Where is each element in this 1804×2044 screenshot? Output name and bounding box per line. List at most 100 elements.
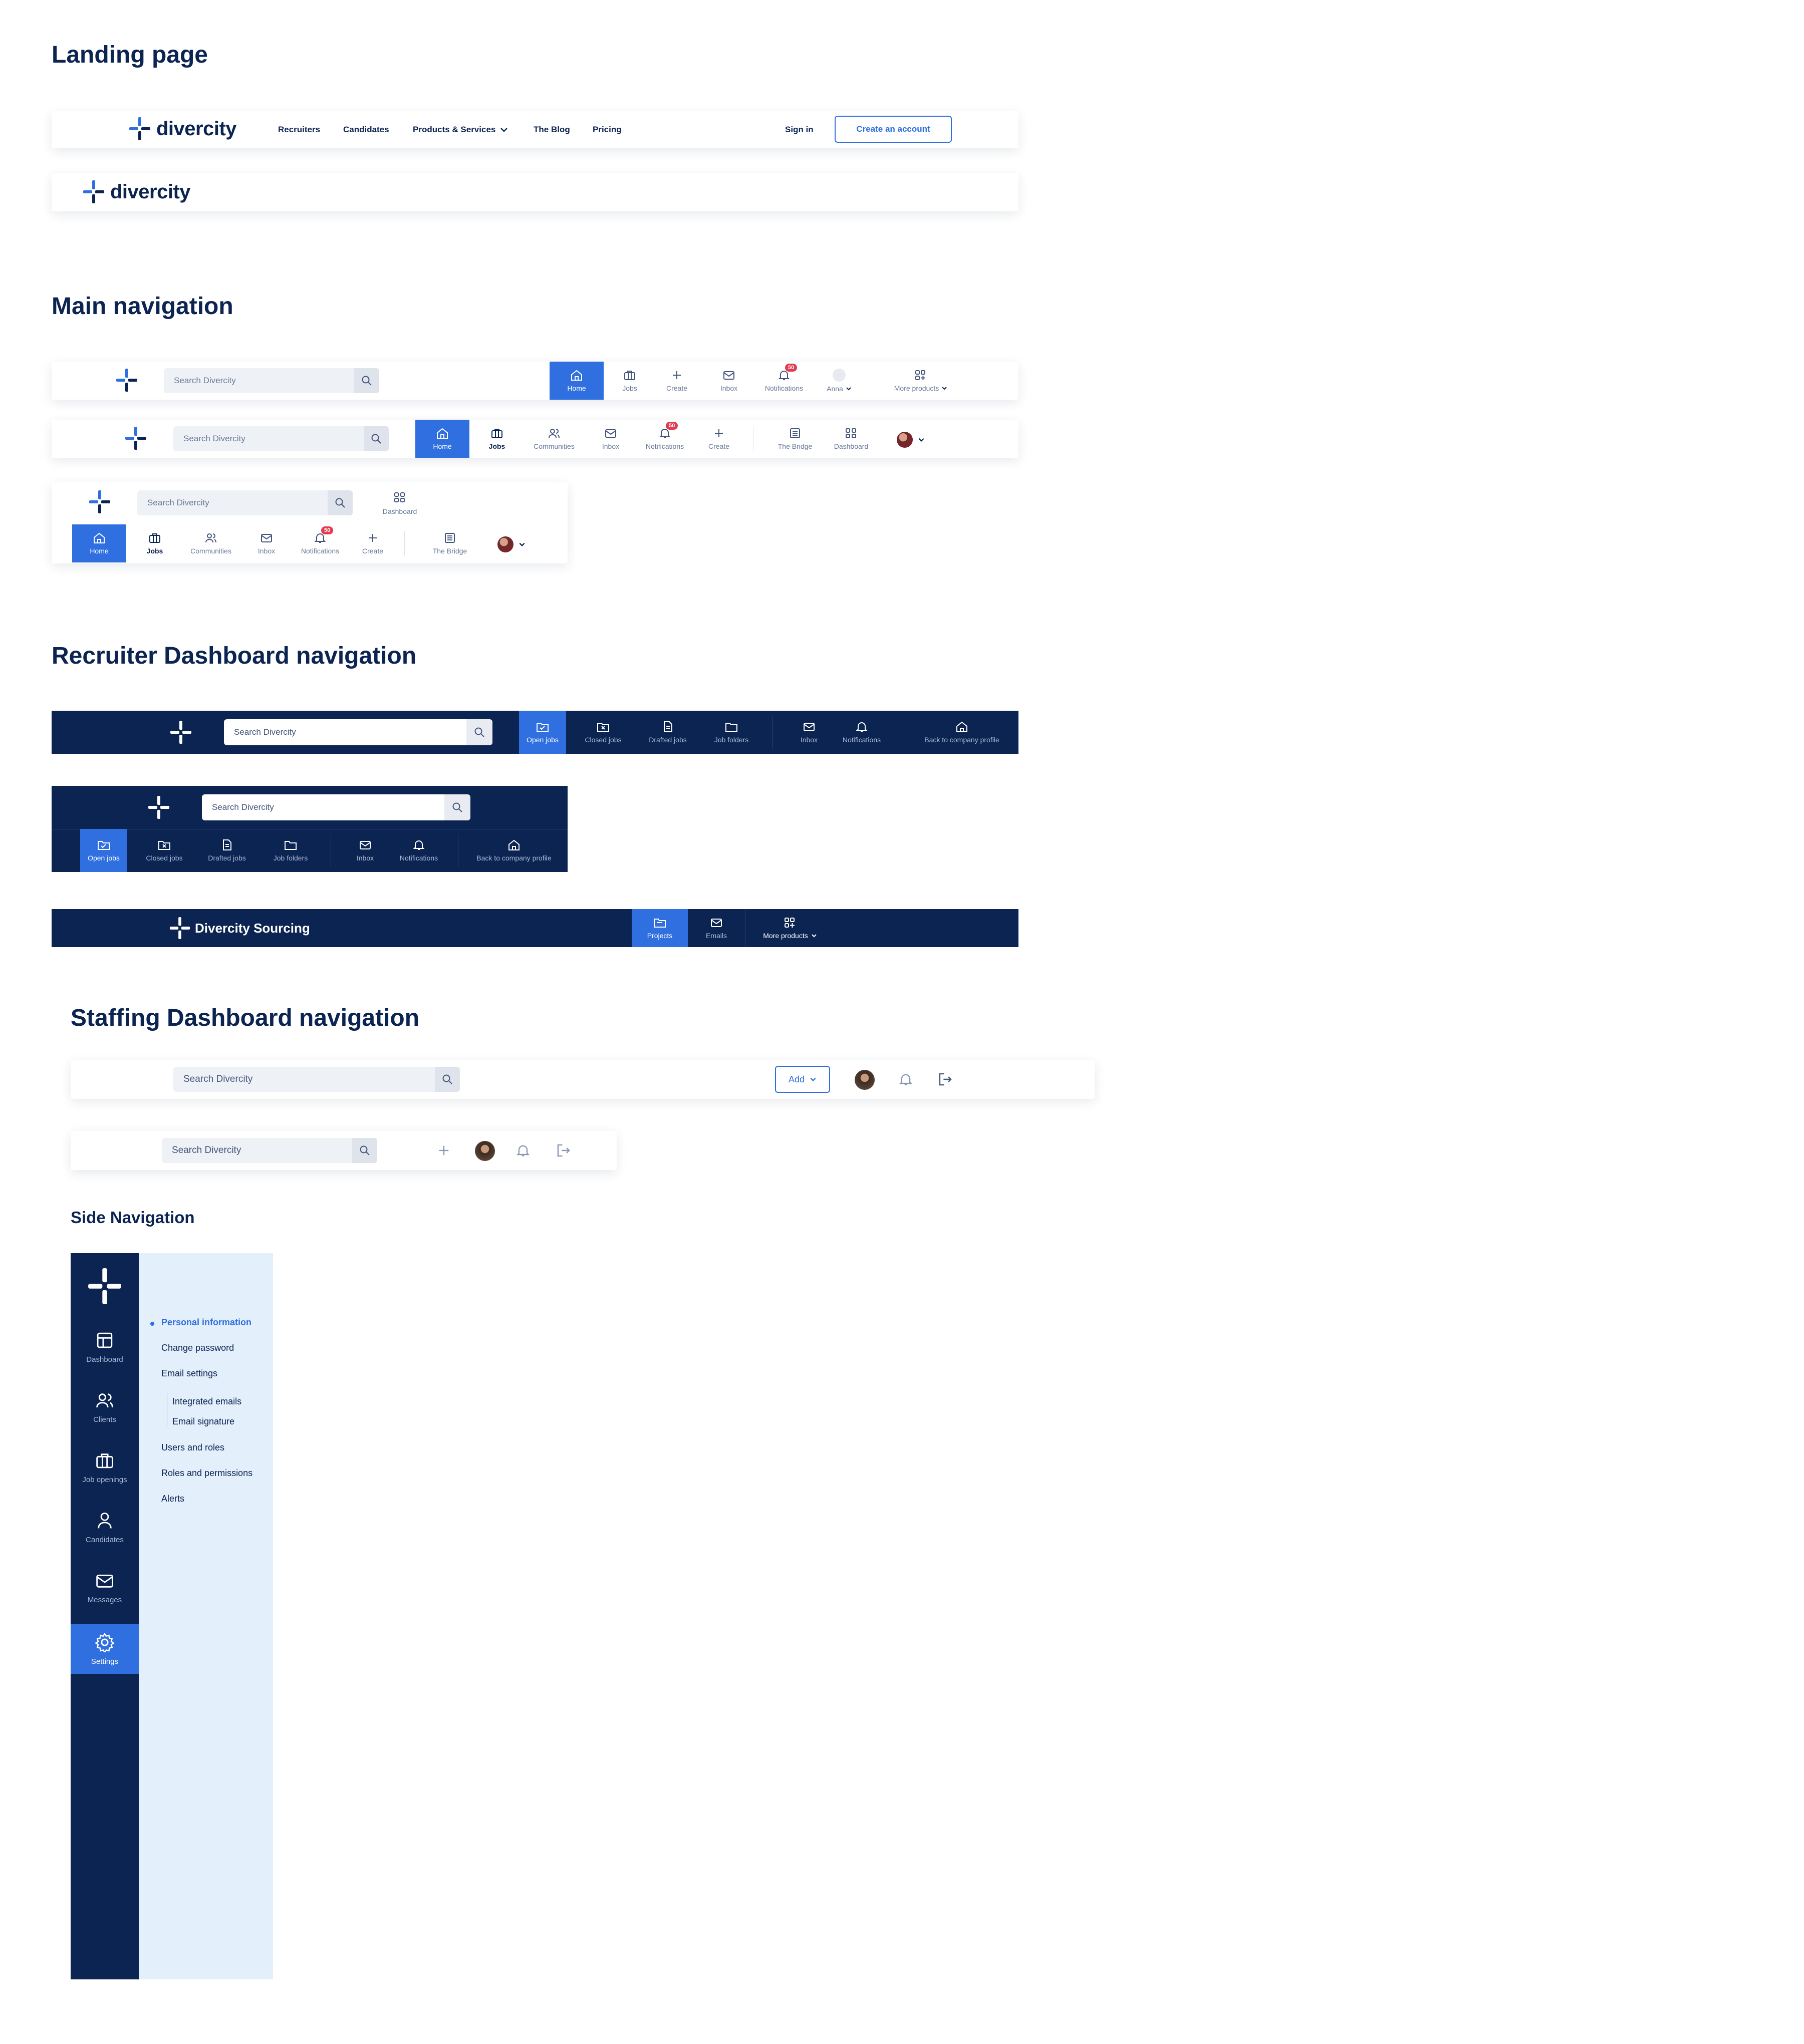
search-button[interactable] — [444, 794, 470, 820]
bell-icon[interactable] — [516, 1143, 531, 1158]
logout-icon[interactable] — [556, 1143, 572, 1158]
chevron-down-icon[interactable] — [918, 436, 925, 443]
subnav-integrated-emails[interactable]: Integrated emails — [172, 1396, 241, 1407]
add-button[interactable]: Add — [775, 1066, 830, 1093]
landing-nav-candidates[interactable]: Candidates — [343, 111, 389, 148]
nav-item-job-folders[interactable]: Job folders — [705, 711, 757, 754]
avatar[interactable] — [475, 1141, 495, 1161]
nav-item-drafted-jobs[interactable]: Drafted jobs — [199, 829, 254, 872]
nav-item-open-jobs[interactable]: Open jobs — [519, 711, 566, 754]
nav-item-jobs[interactable]: Jobs — [476, 420, 518, 458]
create-account-button[interactable]: Create an account — [835, 116, 952, 143]
nav-item-the-bridge[interactable]: The Bridge — [769, 420, 821, 458]
avatar[interactable] — [855, 1070, 875, 1090]
search-button[interactable] — [466, 719, 492, 745]
subnav-roles-and-permissions[interactable]: Roles and permissions — [161, 1468, 252, 1479]
nav-item-home[interactable]: Home — [550, 362, 604, 400]
nav-item-emails[interactable]: Emails — [689, 909, 744, 947]
subnav-users-and-roles[interactable]: Users and roles — [161, 1442, 224, 1453]
nav-item-inbox[interactable]: Inbox — [590, 420, 632, 458]
landing-nav-blog[interactable]: The Blog — [534, 111, 570, 148]
nav-item-inbox[interactable]: Inbox — [708, 362, 750, 400]
nav-item-communities[interactable]: Communities — [525, 420, 584, 458]
divercity-logo-icon[interactable] — [89, 490, 111, 513]
chevron-down-icon — [810, 1077, 816, 1081]
landing-nav-pricing[interactable]: Pricing — [593, 111, 622, 148]
nav-item-open-jobs[interactable]: Open jobs — [80, 829, 127, 872]
nav-item-home[interactable]: Home — [415, 420, 469, 458]
nav-item-inbox[interactable]: Inbox — [245, 524, 288, 562]
nav-item-create[interactable]: Create — [656, 362, 698, 400]
search-button[interactable] — [354, 368, 379, 393]
search-input[interactable]: Search Divercity — [162, 1138, 377, 1163]
side-item-settings[interactable]: Settings — [71, 1624, 139, 1674]
subnav-email-signature[interactable]: Email signature — [172, 1416, 234, 1427]
search-input[interactable]: Search Divercity — [173, 1067, 460, 1092]
grid-plus-icon — [915, 370, 925, 380]
subnav-personal-information[interactable]: Personal information — [161, 1317, 251, 1328]
nav-item-create[interactable]: Create — [698, 420, 740, 458]
avatar[interactable] — [897, 432, 913, 448]
nav-item-back-to-company[interactable]: Back to company profile — [465, 829, 563, 872]
subnav-email-settings[interactable]: Email settings — [161, 1368, 217, 1379]
nav-item-back-to-company[interactable]: Back to company profile — [913, 711, 1010, 754]
search-button[interactable] — [328, 490, 353, 515]
nav-item-notifications[interactable]: Notifications — [391, 829, 446, 872]
nav-item-dashboard[interactable]: Dashboard — [372, 491, 427, 515]
divercity-logo-icon[interactable] — [148, 796, 170, 819]
nav-row: Open jobs Closed jobs Drafted jobs Job f… — [52, 829, 568, 872]
nav-item-projects[interactable]: Projects — [632, 909, 688, 947]
divercity-logo-icon[interactable] — [88, 1268, 122, 1304]
subnav-alerts[interactable]: Alerts — [161, 1494, 184, 1504]
landing-nav-recruiters[interactable]: Recruiters — [278, 111, 320, 148]
search-input[interactable]: Search Divercity — [173, 426, 389, 451]
divercity-logo-icon[interactable] — [170, 721, 192, 744]
search-button[interactable] — [435, 1067, 460, 1092]
landing-nav-products[interactable]: Products & Services — [413, 111, 508, 148]
search-input[interactable]: Search Divercity — [164, 368, 379, 393]
nav-item-notifications[interactable]: Notifications 50 — [639, 420, 691, 458]
nav-item-dashboard[interactable]: Dashboard — [825, 420, 877, 458]
side-item-candidates[interactable]: Candidates — [71, 1511, 139, 1561]
side-item-job-openings[interactable]: Job openings — [71, 1450, 139, 1501]
nav-item-notifications[interactable]: Notifications 50 — [294, 524, 346, 562]
logout-icon[interactable] — [937, 1072, 953, 1087]
nav-item-closed-jobs[interactable]: Closed jobs — [138, 829, 190, 872]
nav-item-jobs[interactable]: Jobs — [134, 524, 176, 562]
nav-item-job-folders[interactable]: Job folders — [265, 829, 317, 872]
search-input[interactable]: Search Divercity — [202, 794, 470, 820]
search-input[interactable]: Search Divercity — [224, 719, 492, 745]
subnav-change-password[interactable]: Change password — [161, 1343, 234, 1353]
sign-in-link[interactable]: Sign in — [785, 111, 814, 148]
divercity-logo[interactable]: divercity — [129, 117, 237, 140]
search-input[interactable]: Search Divercity — [137, 490, 353, 515]
divercity-logo-icon[interactable] — [125, 427, 147, 450]
nav-item-the-bridge[interactable]: The Bridge — [424, 524, 476, 562]
divercity-logo-icon[interactable] — [116, 369, 138, 392]
avatar[interactable] — [497, 536, 513, 552]
nav-item-profile[interactable]: Anna — [818, 362, 860, 400]
nav-item-inbox[interactable]: Inbox — [788, 711, 830, 754]
search-button[interactable] — [352, 1138, 377, 1163]
nav-item-closed-jobs[interactable]: Closed jobs — [577, 711, 629, 754]
side-item-messages[interactable]: Messages — [71, 1571, 139, 1621]
sourcing-logo[interactable]: Divercity Sourcing — [170, 917, 310, 939]
nav-item-inbox[interactable]: Inbox — [344, 829, 386, 872]
nav-item-create[interactable]: Create — [352, 524, 394, 562]
side-item-dashboard[interactable]: Dashboard — [71, 1330, 139, 1380]
search-button[interactable] — [364, 426, 389, 451]
nav-item-communities[interactable]: Communities — [181, 524, 240, 562]
plus-icon[interactable] — [436, 1143, 451, 1158]
nav-item-jobs[interactable]: Jobs — [609, 362, 651, 400]
nav-item-notifications[interactable]: Notifications 50 — [758, 362, 810, 400]
nav-item-more-products[interactable]: More products — [883, 362, 958, 400]
nav-item-drafted-jobs[interactable]: Drafted jobs — [640, 711, 695, 754]
nav-item-label: Jobs — [146, 547, 163, 555]
divercity-logo-compact[interactable]: divercity — [83, 180, 191, 203]
chevron-down-icon[interactable] — [519, 541, 526, 548]
nav-item-more-products[interactable]: More products — [750, 909, 830, 947]
bell-icon[interactable] — [898, 1072, 913, 1087]
nav-item-home[interactable]: Home — [72, 524, 126, 562]
side-item-clients[interactable]: Clients — [71, 1390, 139, 1440]
nav-item-notifications[interactable]: Notifications — [834, 711, 889, 754]
